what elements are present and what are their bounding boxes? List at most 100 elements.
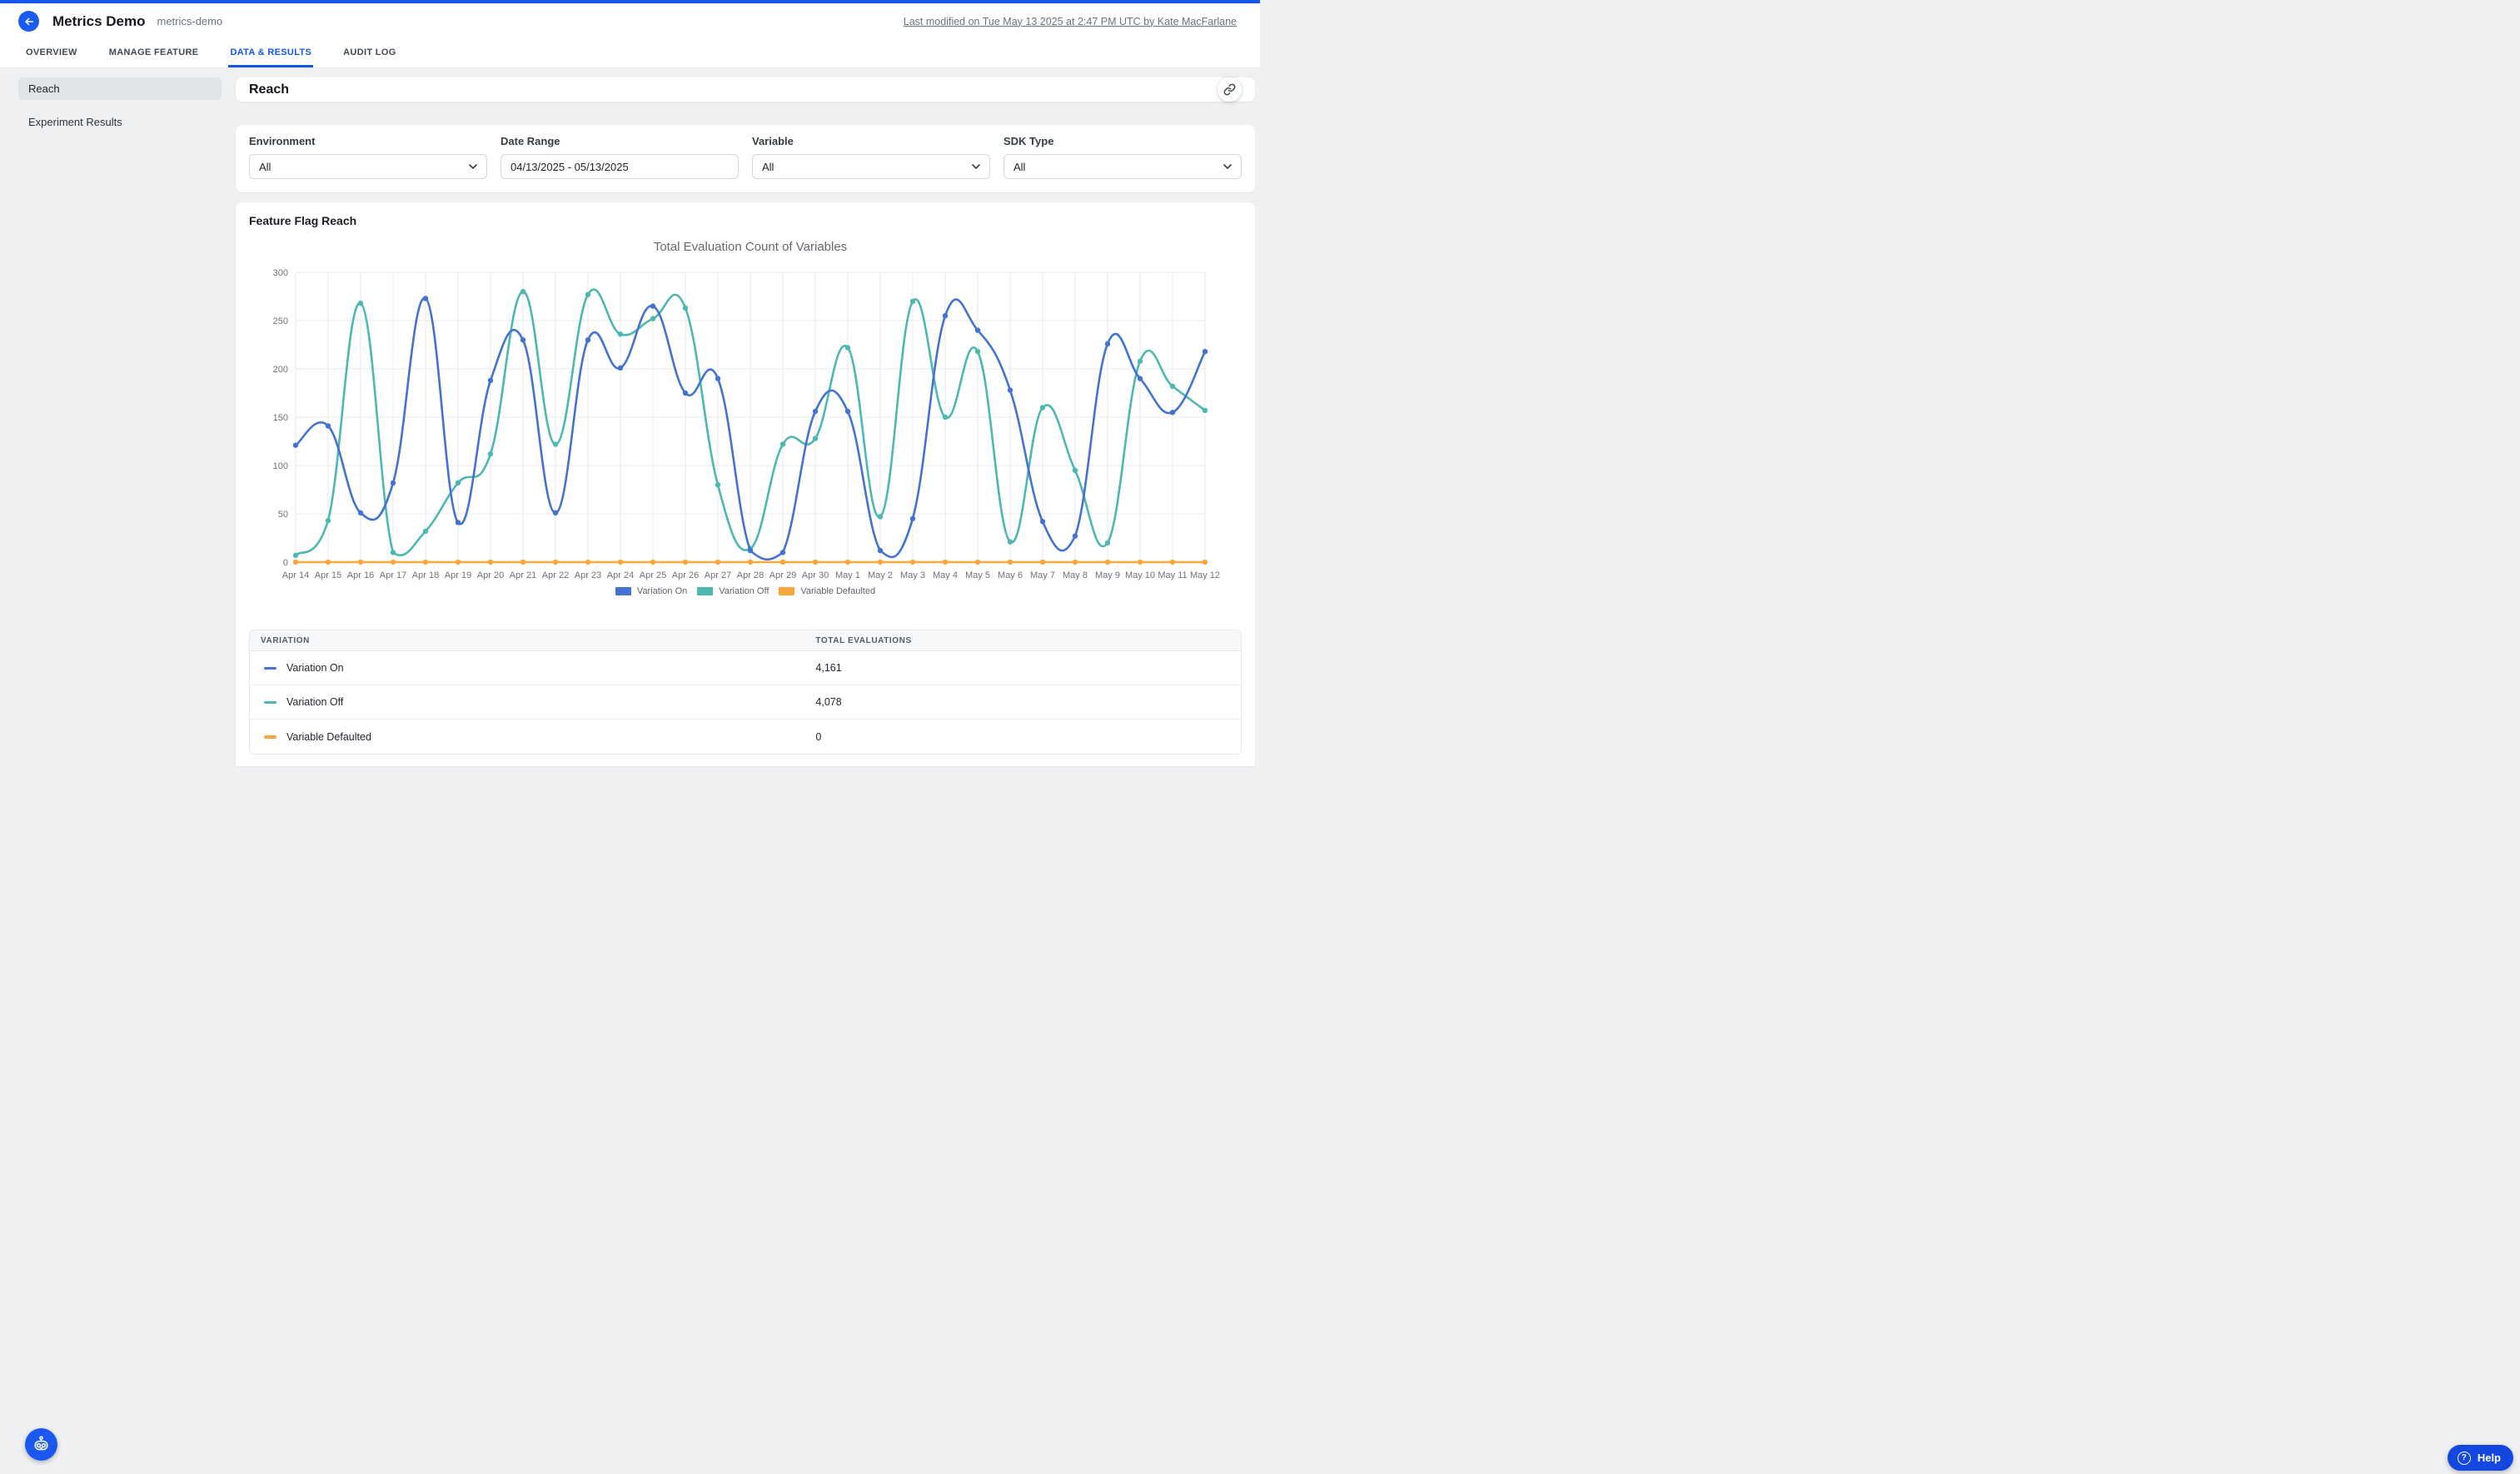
- svg-text:100: 100: [273, 461, 288, 471]
- legend-label: Variation Off: [719, 586, 769, 596]
- table-header: VARIATION TOTAL EVALUATIONS: [250, 630, 1241, 651]
- svg-text:Total Evaluation Count of Vari: Total Evaluation Count of Variables: [654, 240, 847, 254]
- row-value: 0: [804, 731, 1241, 743]
- series-dash-icon: [264, 701, 276, 705]
- svg-text:250: 250: [273, 316, 288, 326]
- svg-text:Apr 15: Apr 15: [315, 570, 341, 580]
- column-header-variation: VARIATION: [250, 636, 804, 645]
- svg-text:May 7: May 7: [1030, 570, 1055, 580]
- tab-data-results[interactable]: DATA & RESULTS: [228, 41, 313, 67]
- svg-text:Apr 16: Apr 16: [347, 570, 374, 580]
- svg-text:May 12: May 12: [1190, 570, 1220, 580]
- filter-label: Variable: [752, 135, 990, 147]
- svg-text:Apr 30: Apr 30: [802, 570, 829, 580]
- tab-manage-feature[interactable]: MANAGE FEATURE: [107, 41, 201, 67]
- robot-icon: [31, 1434, 52, 1455]
- column-header-total-evaluations: TOTAL EVALUATIONS: [804, 636, 1241, 645]
- row-value: 4,161: [804, 662, 1241, 674]
- svg-text:May 9: May 9: [1095, 570, 1120, 580]
- section-header-card: Reach: [236, 77, 1255, 102]
- legend-item-variation-on[interactable]: Variation On: [615, 586, 687, 596]
- legend-swatch: [615, 587, 631, 595]
- svg-text:May 5: May 5: [965, 570, 990, 580]
- sidebar-item-experiment-results[interactable]: Experiment Results: [18, 111, 222, 133]
- filter-label: SDK Type: [1004, 135, 1242, 147]
- series-dash-icon: [264, 735, 276, 739]
- help-button[interactable]: ? Help: [2448, 1445, 2513, 1471]
- question-icon: ?: [2458, 1452, 2471, 1465]
- svg-text:Apr 27: Apr 27: [705, 570, 731, 580]
- svg-text:Apr 14: Apr 14: [282, 570, 309, 580]
- filter-date-range: Date Range 04/13/2025 - 05/13/2025: [501, 135, 739, 179]
- link-icon: [1223, 83, 1236, 96]
- legend-item-variable-defaulted[interactable]: Variable Defaulted: [779, 586, 875, 596]
- row-label: Variation Off: [286, 696, 343, 708]
- select-value: All: [762, 161, 774, 173]
- assistant-robot-button[interactable]: [25, 1428, 57, 1461]
- svg-text:Apr 26: Apr 26: [672, 570, 699, 580]
- svg-text:0: 0: [283, 558, 288, 568]
- back-button[interactable]: [18, 11, 39, 32]
- legend-item-variation-off[interactable]: Variation Off: [697, 586, 769, 596]
- svg-text:Apr 24: Apr 24: [607, 570, 634, 580]
- date-range-value: 04/13/2025 - 05/13/2025: [510, 161, 629, 173]
- svg-text:Apr 22: Apr 22: [542, 570, 569, 580]
- sdk-type-select[interactable]: All: [1004, 154, 1242, 179]
- filter-label: Date Range: [501, 135, 739, 147]
- table-row: Variation Off 4,078: [250, 685, 1241, 720]
- section-title: Reach: [249, 82, 289, 97]
- svg-text:May 6: May 6: [998, 570, 1023, 580]
- svg-text:200: 200: [273, 365, 288, 375]
- svg-text:50: 50: [278, 510, 288, 520]
- svg-text:300: 300: [273, 268, 288, 278]
- select-value: All: [259, 161, 271, 173]
- copy-link-button[interactable]: [1218, 77, 1242, 102]
- row-value: 4,078: [804, 696, 1241, 708]
- chevron-down-icon: [469, 164, 477, 170]
- variable-select[interactable]: All: [752, 154, 990, 179]
- filter-environment: Environment All: [249, 135, 487, 179]
- select-value: All: [1013, 161, 1025, 173]
- svg-text:Apr 25: Apr 25: [640, 570, 666, 580]
- svg-text:May 10: May 10: [1125, 570, 1155, 580]
- chevron-down-icon: [972, 164, 980, 170]
- variation-table: VARIATION TOTAL EVALUATIONS Variation On…: [249, 630, 1242, 754]
- chart-legend: Variation On Variation Off Variable Defa…: [249, 586, 1242, 596]
- card-title: Feature Flag Reach: [249, 214, 1242, 227]
- tab-audit-log[interactable]: AUDIT LOG: [341, 41, 397, 67]
- date-range-input[interactable]: 04/13/2025 - 05/13/2025: [501, 154, 739, 179]
- table-row: Variable Defaulted 0: [250, 720, 1241, 754]
- svg-text:150: 150: [273, 413, 288, 423]
- last-modified-link[interactable]: Last modified on Tue May 13 2025 at 2:47…: [904, 16, 1237, 27]
- evaluation-chart: Total Evaluation Count of Variables Apr 1…: [249, 232, 1242, 585]
- legend-label: Variation On: [637, 586, 687, 596]
- filter-variable: Variable All: [752, 135, 990, 179]
- svg-text:Apr 18: Apr 18: [412, 570, 439, 580]
- svg-text:May 8: May 8: [1063, 570, 1088, 580]
- svg-text:Apr 19: Apr 19: [445, 570, 471, 580]
- filters-card: Environment All Date Range 04/13/2025 - …: [236, 125, 1255, 192]
- legend-swatch: [779, 587, 794, 595]
- environment-select[interactable]: All: [249, 154, 487, 179]
- filter-sdk-type: SDK Type All: [1004, 135, 1242, 179]
- svg-text:May 2: May 2: [868, 570, 893, 580]
- help-label: Help: [2478, 1452, 2501, 1464]
- arrow-left-icon: [23, 16, 35, 27]
- svg-text:May 4: May 4: [933, 570, 958, 580]
- feature-key: metrics-demo: [157, 15, 222, 27]
- chevron-down-icon: [1223, 164, 1232, 170]
- svg-text:Apr 20: Apr 20: [477, 570, 504, 580]
- tab-bar: OVERVIEW MANAGE FEATURE DATA & RESULTS A…: [18, 39, 1237, 67]
- tab-overview[interactable]: OVERVIEW: [24, 41, 79, 67]
- filter-label: Environment: [249, 135, 487, 147]
- sidebar-item-reach[interactable]: Reach: [18, 77, 222, 100]
- svg-text:Apr 21: Apr 21: [510, 570, 536, 580]
- svg-text:May 11: May 11: [1158, 570, 1187, 580]
- svg-text:Apr 23: Apr 23: [575, 570, 601, 580]
- svg-text:Apr 17: Apr 17: [380, 570, 406, 580]
- page-title: Metrics Demo: [52, 13, 145, 30]
- svg-text:Apr 28: Apr 28: [737, 570, 764, 580]
- feature-flag-reach-card: Feature Flag Reach Total Evaluation Coun…: [236, 202, 1255, 766]
- page-header: Metrics Demo metrics-demo Last modified …: [0, 3, 1260, 68]
- svg-text:Apr 29: Apr 29: [769, 570, 796, 580]
